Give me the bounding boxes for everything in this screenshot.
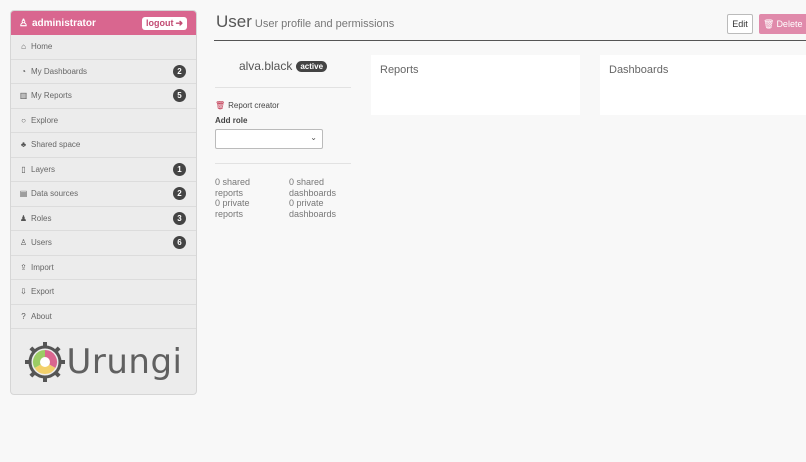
user-name: alva.black [238,59,293,73]
stats-dashboards: 0 shared dashboards 0 private dashboards [289,177,351,219]
sidebar-item-about[interactable]: ? About [11,305,196,329]
status-badge: active [296,60,328,72]
sidebar-item-content: ○ Explore [19,116,58,125]
sidebar-item-content: ⇩ Export [19,287,54,296]
map-icon: ▯ [21,164,26,174]
sidebar-item-label: Explore [31,115,59,125]
role-item: 🗑 Report creator [215,101,351,110]
users-icon: ♟ [19,213,28,223]
sidebar-item-label: Home [31,42,53,52]
trash-icon: 🗑 [763,18,775,29]
sidebar-item-data-sources[interactable]: ▤ Data sources 2 [11,182,196,207]
count-badge: 6 [173,236,186,250]
upload-icon: ⇪ [20,262,27,272]
sidebar-item-label: My Reports [31,91,72,101]
urungi-logo-icon [24,342,65,382]
user-menu[interactable]: ♙ administrator [19,18,96,29]
bar-chart-icon: ▥ [19,91,28,101]
sidebar-item-content: ▤ Data sources [19,189,78,198]
sidebar-item-content: ◔ My Dashboards [19,67,87,76]
sidebar-item-explore[interactable]: ○ Explore [11,109,196,133]
sidebar-item-export[interactable]: ⇩ Export [11,280,196,305]
sidebar-item-label: Users [31,238,52,248]
sidebar-item-content: ▯ Layers [19,165,55,174]
sidebar-item-label: Shared space [31,140,81,150]
sidebar-item-shared-space[interactable]: ♣ Shared space [11,133,196,158]
sidebar-item-home[interactable]: ⌂ Home [11,35,196,60]
logo-text: Urungi [66,342,183,382]
home-icon: ⌂ [21,42,26,52]
user-profile: alva.black active 🗑 Report creator Add r… [215,56,351,219]
sidebar-item-label: Import [31,262,54,272]
divider [215,163,351,164]
sidebar-item-label: My Dashboards [31,66,88,76]
page-title-text: User [216,12,252,31]
sidebar-item-content: ⌂ Home [19,42,52,51]
stats-reports: 0 shared reports 0 private reports [215,177,277,219]
download-icon: ⇩ [20,287,27,297]
reports-panel: Reports [371,55,580,115]
sidebar-item-content: ♣ Shared space [19,140,81,150]
user-icon: ♙ [19,238,28,248]
reports-panel-title: Reports [380,64,419,76]
sidebar-header: ♙ administrator logout ➜ [11,11,196,35]
sidebar-menu: ⌂ Home ◔ My Dashboards 2 ▥ My Reports 5 ○ Explore… [11,35,196,329]
remove-role-icon[interactable]: 🗑 [215,101,225,110]
username-label: administrator [31,17,96,29]
sidebar-item-roles[interactable]: ♟ Roles 3 [11,207,196,231]
title-divider [214,40,806,41]
logout-button[interactable]: logout ➜ [141,16,187,30]
sidebar-item-content: ▥ My Reports [19,91,72,100]
count-badge: 2 [173,64,186,78]
sidebar: ♙ administrator logout ➜ ⌂ Home ◔ My Dashbo… [10,10,197,395]
sidebar-item-label: About [31,311,52,321]
count-badge: 1 [173,162,186,176]
edit-button[interactable]: Edit [727,14,753,34]
divider [215,87,351,88]
private-dashboards: 0 private dashboards [289,198,337,219]
sidebar-item-layers[interactable]: ▯ Layers 1 [11,158,196,182]
count-badge: 5 [173,89,186,103]
logout-label: logout [145,18,174,28]
chevron-down-icon: ⌄ [310,133,317,142]
sidebar-item-label: Data sources [31,189,79,199]
urungi-logo: Urungi [11,329,196,394]
sidebar-item-content: ⇪ Import [19,263,54,272]
sidebar-item-users[interactable]: ♙ Users 6 [11,231,196,256]
sidebar-item-label: Layers [31,164,56,174]
user-icon: ♙ [19,17,28,29]
delete-label: Delete [776,19,803,29]
shared-reports: 0 shared reports [215,177,251,198]
dashboards-panel-title: Dashboards [609,64,669,76]
sitemap-icon: ♣ [20,140,27,150]
private-reports: 0 private reports [215,198,250,219]
count-badge: 3 [173,211,186,225]
circle-icon: ○ [21,115,26,125]
sidebar-item-my-reports[interactable]: ▥ My Reports 5 [11,84,196,109]
shared-dashboards: 0 shared dashboards [289,177,337,198]
sidebar-item-my-dashboards[interactable]: ◔ My Dashboards 2 [11,60,196,84]
add-role-label: Add role [215,116,248,125]
dashboards-panel: Dashboards [600,55,806,115]
role-label: Report creator [228,101,280,110]
question-icon: ? [21,311,26,321]
delete-button[interactable]: 🗑 Delete [759,14,806,34]
sidebar-item-import[interactable]: ⇪ Import [11,256,196,280]
sidebar-item-label: Export [31,287,55,297]
sidebar-item-content: ♙ Users [19,238,52,247]
sidebar-item-content: ? About [19,312,52,321]
database-icon: ▤ [19,189,28,199]
user-name-row: alva.black active [215,56,351,76]
sidebar-item-label: Roles [31,213,52,223]
dashboard-icon: ◔ [21,66,26,76]
user-stats: 0 shared reports 0 private reports 0 sha… [215,177,351,219]
sidebar-item-content: ♟ Roles [19,213,52,223]
page-title: User User profile and permissions [216,12,394,32]
sign-out-icon: ➜ [175,17,183,28]
page-subtitle: User profile and permissions [254,18,395,30]
count-badge: 2 [173,187,186,201]
role-select[interactable]: ⌄ [215,129,323,149]
